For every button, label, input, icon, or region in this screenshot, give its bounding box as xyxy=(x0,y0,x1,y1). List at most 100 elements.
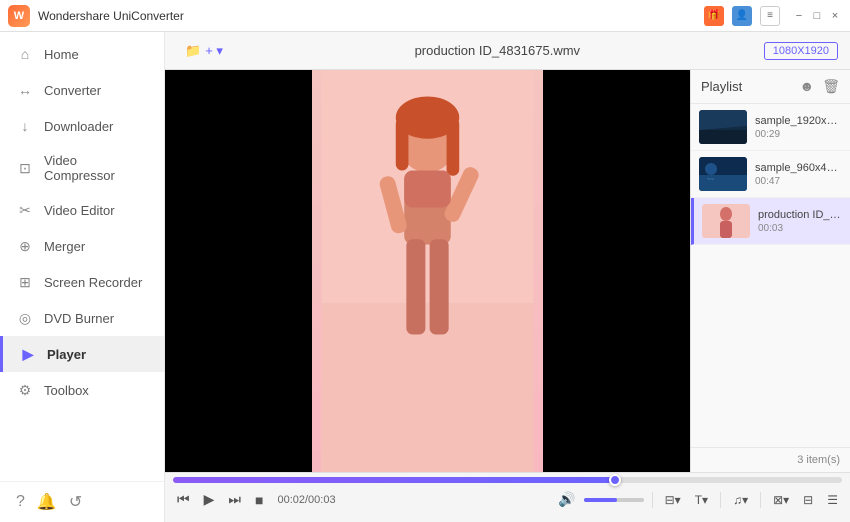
playlist-info-1: sample_960x400... 00:47 xyxy=(755,162,842,187)
add-icon: 📁 xyxy=(185,43,201,59)
video-frame xyxy=(312,70,543,472)
playlist-item-0[interactable]: sample_1920x10... 00:29 xyxy=(691,104,850,151)
playlist-item-1[interactable]: ~~ sample_960x400... 00:47 xyxy=(691,151,850,198)
stop-button[interactable]: ■ xyxy=(251,490,267,510)
playlist-thumb-0 xyxy=(699,110,747,144)
video-content xyxy=(312,70,543,472)
content-topbar: 📁 + ▾ production ID_4831675.wmv 1080X192… xyxy=(165,32,850,70)
time-display: 00:02/00:03 xyxy=(277,494,335,506)
progress-thumb xyxy=(609,474,621,486)
merger-icon: ⊕ xyxy=(16,237,34,255)
help-icon[interactable]: ? xyxy=(16,493,25,511)
playlist-name-1: sample_960x400... xyxy=(755,162,842,174)
playlist-duration-1: 00:47 xyxy=(755,176,842,187)
progress-bar[interactable] xyxy=(173,477,842,483)
captions-button[interactable]: ⊟▾ xyxy=(661,491,685,509)
titlebar-action-icons: 🎁 👤 ≡ xyxy=(704,6,780,26)
playlist-title: Playlist xyxy=(701,79,742,94)
sidebar-item-converter[interactable]: ↔ Converter xyxy=(0,72,164,108)
fullscreen-button[interactable]: ⊟ xyxy=(799,491,817,509)
screenshot-button[interactable]: ⊠▾ xyxy=(769,491,793,509)
sidebar-item-video-editor[interactable]: ✂ Video Editor xyxy=(0,192,164,228)
sidebar-item-merger[interactable]: ⊕ Merger xyxy=(0,228,164,264)
sidebar-item-dvd-burner[interactable]: ◎ DVD Burner xyxy=(0,300,164,336)
thumb-landscape-img xyxy=(699,110,747,144)
gift-icon[interactable]: 🎁 xyxy=(704,6,724,26)
compressor-icon: ⊡ xyxy=(16,159,34,177)
video-player[interactable] xyxy=(165,70,690,472)
sidebar-label-video-editor: Video Editor xyxy=(44,203,115,218)
playlist-delete-icon[interactable]: 🗑 xyxy=(822,78,840,95)
svg-text:~~: ~~ xyxy=(707,177,715,183)
titlebar: W Wondershare UniConverter 🎁 👤 ≡ − □ × xyxy=(0,0,850,32)
playlist-name-2: production ID_4... xyxy=(758,209,842,221)
converter-icon: ↔ xyxy=(16,81,34,99)
sidebar-footer: ? 🔔 ↺ xyxy=(0,481,164,522)
playlist-duration-0: 00:29 xyxy=(755,129,842,140)
video-right-letterbox xyxy=(543,70,690,472)
window-controls: − □ × xyxy=(792,9,842,23)
app-logo: W xyxy=(8,5,30,27)
play-button[interactable]: ▶ xyxy=(200,489,219,510)
sidebar-item-video-compressor[interactable]: ⊡ Video Compressor xyxy=(0,144,164,192)
playlist-header-icons: ☻ 🗑 xyxy=(799,78,840,95)
sidebar-label-dvd-burner: DVD Burner xyxy=(44,311,114,326)
volume-fill xyxy=(584,498,617,502)
close-button[interactable]: × xyxy=(828,9,842,23)
sidebar-label-merger: Merger xyxy=(44,239,85,254)
add-button-label: + ▾ xyxy=(205,43,223,59)
refresh-icon[interactable]: ↺ xyxy=(69,492,82,512)
divider-1 xyxy=(652,492,653,508)
toolbox-icon: ⚙ xyxy=(16,381,34,399)
sidebar: ⌂ Home ↔ Converter ↓ Downloader ⊡ Video … xyxy=(0,32,165,522)
sidebar-item-screen-recorder[interactable]: ⊞ Screen Recorder xyxy=(0,264,164,300)
editor-icon: ✂ xyxy=(16,201,34,219)
user-icon[interactable]: 👤 xyxy=(732,6,752,26)
sidebar-nav: ⌂ Home ↔ Converter ↓ Downloader ⊡ Video … xyxy=(0,32,164,481)
prev-button[interactable]: ⏮ xyxy=(173,489,194,510)
playlist-thumb-2 xyxy=(702,204,750,238)
playlist-duration-2: 00:03 xyxy=(758,223,842,234)
notification-icon[interactable]: 🔔 xyxy=(37,492,57,512)
filename-display: production ID_4831675.wmv xyxy=(243,43,752,58)
divider-2 xyxy=(720,492,721,508)
home-icon: ⌂ xyxy=(16,45,34,63)
sidebar-label-player: Player xyxy=(47,347,86,362)
volume-icon[interactable]: 🔊 xyxy=(554,489,579,510)
playlist-name-0: sample_1920x10... xyxy=(755,115,842,127)
thumb-ocean-img: ~~ xyxy=(699,157,747,191)
playlist-count: 3 item(s) xyxy=(797,454,840,466)
sidebar-label-home: Home xyxy=(44,47,79,62)
sidebar-item-downloader[interactable]: ↓ Downloader xyxy=(0,108,164,144)
progress-fill xyxy=(173,477,615,483)
playlist-thumb-1: ~~ xyxy=(699,157,747,191)
sidebar-item-player[interactable]: ▶ Player xyxy=(0,336,164,372)
more-button[interactable]: ☰ xyxy=(823,491,842,509)
sidebar-label-video-compressor: Video Compressor xyxy=(44,153,148,183)
add-media-button[interactable]: 📁 + ▾ xyxy=(177,39,231,63)
controls-row: ⏮ ▶ ⏭ ■ 00:02/00:03 🔊 ⊟▾ T▾ ♫▾ ⊠▾ xyxy=(173,489,842,510)
player-icon: ▶ xyxy=(19,345,37,363)
playlist-header: Playlist ☻ 🗑 xyxy=(691,70,850,104)
resolution-badge: 1080X1920 xyxy=(764,42,838,60)
player-controls: ⏮ ▶ ⏭ ■ 00:02/00:03 🔊 ⊟▾ T▾ ♫▾ ⊠▾ xyxy=(165,472,850,522)
sidebar-item-home[interactable]: ⌂ Home xyxy=(0,36,164,72)
playlist-panel: Playlist ☻ 🗑 xyxy=(690,70,850,472)
menu-icon[interactable]: ≡ xyxy=(760,6,780,26)
sidebar-label-toolbox: Toolbox xyxy=(44,383,89,398)
maximize-button[interactable]: □ xyxy=(810,9,824,23)
audio-button[interactable]: ♫▾ xyxy=(729,491,752,509)
playlist-items: sample_1920x10... 00:29 ~~ xyxy=(691,104,850,447)
dvd-icon: ◎ xyxy=(16,309,34,327)
playlist-info-2: production ID_4... 00:03 xyxy=(758,209,842,234)
playlist-footer: 3 item(s) xyxy=(691,447,850,472)
recorder-icon: ⊞ xyxy=(16,273,34,291)
sidebar-item-toolbox[interactable]: ⚙ Toolbox xyxy=(0,372,164,408)
minimize-button[interactable]: − xyxy=(792,9,806,23)
volume-slider[interactable] xyxy=(584,498,644,502)
text-button[interactable]: T▾ xyxy=(691,491,712,509)
playlist-settings-icon[interactable]: ☻ xyxy=(799,78,814,95)
next-button[interactable]: ⏭ xyxy=(224,489,245,510)
playlist-item-2[interactable]: production ID_4... 00:03 xyxy=(691,198,850,245)
main-layout: ⌂ Home ↔ Converter ↓ Downloader ⊡ Video … xyxy=(0,32,850,522)
